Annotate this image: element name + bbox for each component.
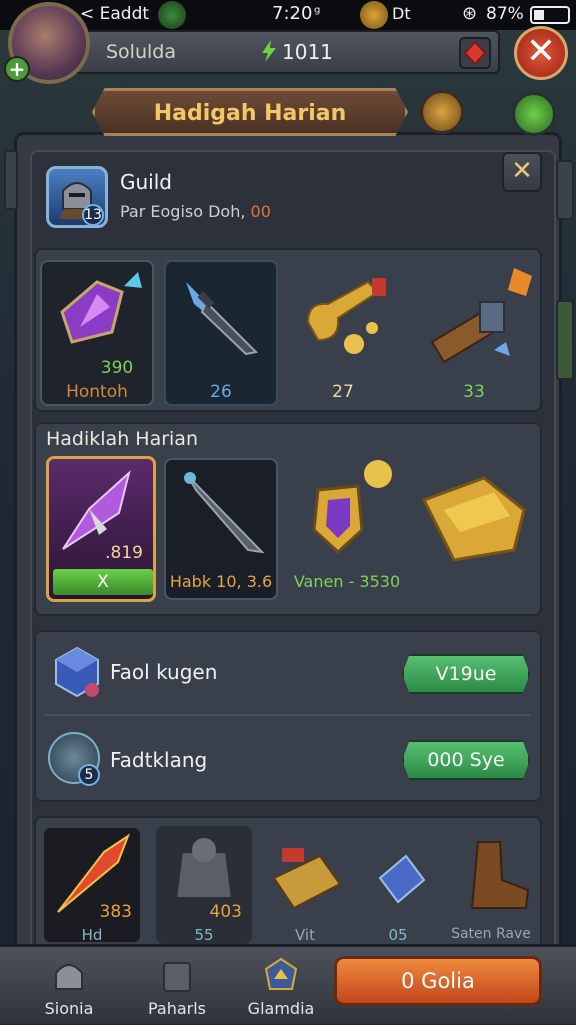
scroll-icon (272, 848, 342, 910)
nav-label-1: Sionia (44, 999, 94, 1018)
side-tab-right (556, 160, 574, 220)
crest-icon (264, 957, 298, 990)
inventory-label-2: 55 (194, 926, 214, 944)
reward-value-1: 390 (100, 358, 134, 378)
inventory-value-1: 383 (99, 902, 132, 922)
coin-icon (360, 1, 388, 29)
lightning-icon (262, 40, 276, 62)
daily-label-2: Habk 10, 3.6 (169, 572, 273, 591)
inventory-slot-1[interactable]: 383 Hd (42, 826, 142, 944)
reward-value-4: 33 (463, 382, 485, 402)
guild-subtitle-value: 00 (250, 202, 271, 221)
dagger-icon (186, 282, 259, 356)
dark-blade-icon (184, 472, 265, 554)
daily-slot-2[interactable]: Habk 10, 3.6 (164, 458, 278, 600)
guild-subtitle-text: Par Eogiso Doh, (120, 202, 251, 221)
nav-label-3: Glamdia (247, 999, 315, 1018)
side-tab-right-2 (556, 300, 574, 380)
leaf-button[interactable] (512, 92, 556, 136)
gem-count: 1011 (282, 40, 333, 64)
helmet-icon (55, 964, 83, 990)
clock: 7:20 (272, 3, 313, 24)
inventory-slot-4[interactable]: 05 (356, 826, 440, 944)
banner: Hadigah Harian (92, 88, 408, 136)
scroll-box-icon (163, 962, 191, 992)
wifi-icon: ⊛ (462, 3, 478, 24)
side-tab-left (4, 150, 18, 210)
cannon-icon (430, 268, 532, 364)
inventory-slot-5[interactable]: Saten Rave (446, 826, 538, 944)
task-label-2: Fadtklang (110, 748, 208, 772)
time-suffix: ᵍ (314, 3, 321, 22)
shield-icon (312, 460, 392, 555)
task-button-2[interactable]: 000 Sye (402, 740, 530, 780)
task-label-1: Faol kugen (110, 660, 218, 684)
daily-value-1: .819 (105, 543, 143, 563)
close-icon[interactable]: ✕ (514, 26, 568, 80)
leaf-icon (158, 1, 186, 29)
ruby-icon[interactable] (458, 36, 492, 70)
player-bar: Solulda 1011 (60, 30, 500, 74)
inventory-value-2: 403 (209, 902, 242, 922)
battery-icon (530, 6, 570, 24)
task-level-badge: 5 (78, 764, 100, 786)
nav-item-paharls[interactable]: Paharls (132, 947, 222, 1025)
inventory-label-5: Saten Rave (451, 926, 531, 942)
reward-slot-1[interactable]: 390 Hontoh (40, 260, 154, 406)
inventory-label-1: Hd (81, 926, 103, 944)
carrier-label: < Eaddt (80, 4, 150, 24)
claim-button[interactable]: X (53, 569, 153, 595)
guild-title: Guild (120, 170, 172, 194)
action-button[interactable]: 0 Golia (334, 956, 542, 1006)
inventory-slot-3[interactable]: Vit (262, 826, 348, 944)
banner-title: Hadigah Harian (153, 101, 347, 126)
inventory-label-3: Vit (295, 926, 315, 944)
status-center-label: Dt (392, 4, 411, 23)
cube-icon (55, 646, 99, 698)
daily-title: Hadiklah Harian (46, 428, 198, 450)
player-name: Solulda (106, 41, 176, 63)
purple-crystal-icon (60, 272, 142, 344)
reward-slot-4[interactable]: 33 (412, 260, 536, 406)
add-friend-button[interactable]: + (4, 56, 30, 82)
reward-label-1: Hontoh (66, 382, 128, 402)
task-button-1[interactable]: V19ue (402, 654, 530, 694)
reward-value-3: 27 (332, 382, 354, 402)
guild-level-badge: 13 (82, 204, 104, 226)
nav-label-2: Paharls (147, 999, 207, 1018)
blue-rune-icon (378, 854, 426, 904)
gear-icon[interactable] (420, 90, 464, 134)
inventory-label-4: 05 (388, 926, 408, 944)
reward-slot-2[interactable]: 26 (164, 260, 278, 406)
daily-label-3: Vanen - 3530 (293, 572, 401, 591)
daily-slot-1[interactable]: .819 X (46, 456, 156, 602)
nav-item-glamdia[interactable]: Glamdia (236, 947, 326, 1025)
inventory-slot-2[interactable]: 403 55 (156, 826, 252, 944)
gold-key-icon (306, 278, 386, 354)
guild-subtitle: Par Eogiso Doh, 00 (120, 202, 271, 221)
battery-percent: 87% (486, 4, 524, 24)
gold-chest-icon (421, 476, 526, 562)
reward-slot-3[interactable]: 27 (286, 260, 400, 406)
boot-icon (470, 841, 530, 909)
task-divider (44, 714, 530, 716)
close-panel-button[interactable]: ✕ (502, 152, 542, 192)
daily-slot-4[interactable] (412, 458, 536, 600)
nav-item-sionia[interactable]: Sionia (24, 947, 114, 1025)
reward-value-2: 26 (210, 382, 232, 402)
daily-slot-3[interactable]: Vanen - 3530 (286, 458, 400, 600)
